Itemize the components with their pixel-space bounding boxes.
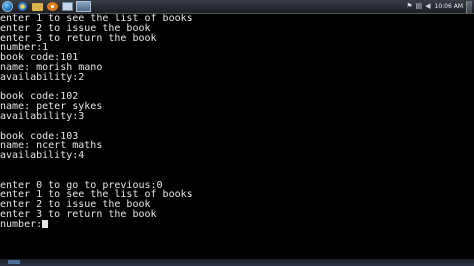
console-line: enter 3 to return the book xyxy=(0,208,157,220)
console-output[interactable]: enter 1 to see the list of books enter 2 … xyxy=(0,14,474,260)
start-button[interactable] xyxy=(2,1,13,12)
show-desktop-button[interactable] xyxy=(466,0,472,13)
media-player-icon[interactable] xyxy=(47,2,58,11)
text-cursor xyxy=(42,219,49,228)
taskbar: ⚑ ▤ ◀ 10:06 AM xyxy=(0,0,474,14)
network-icon[interactable]: ▤ xyxy=(416,0,423,13)
folder-icon[interactable] xyxy=(32,2,43,11)
bottom-strip xyxy=(0,259,474,266)
clock[interactable]: 10:06 AM xyxy=(435,0,463,13)
console-taskbar-button[interactable] xyxy=(76,1,91,12)
browser-icon[interactable] xyxy=(17,2,28,11)
console-line: enter 3 to return the book xyxy=(0,32,157,44)
app-icon[interactable] xyxy=(62,2,73,11)
console-line: availability:2 xyxy=(0,71,85,83)
bottom-strip-mark xyxy=(8,260,20,264)
volume-icon[interactable]: ◀ xyxy=(425,0,430,13)
desktop-screen: ⚑ ▤ ◀ 10:06 AM enter 1 to see the list o… xyxy=(0,0,474,266)
console-line: availability:4 xyxy=(0,150,85,162)
console-line: availability:3 xyxy=(0,110,85,122)
system-tray: ⚑ ▤ ◀ 10:06 AM xyxy=(403,0,474,13)
console-line: number: xyxy=(0,219,474,230)
flag-icon[interactable]: ⚑ xyxy=(406,0,412,13)
